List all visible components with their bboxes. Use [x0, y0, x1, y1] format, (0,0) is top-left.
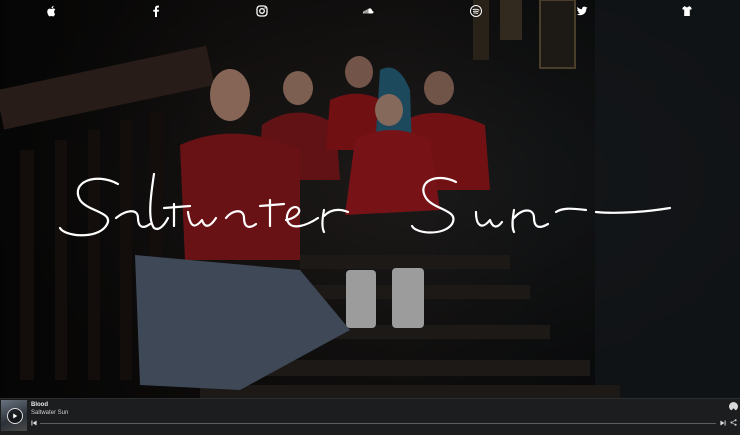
- share-icon[interactable]: [730, 419, 737, 426]
- logo-script: [58, 172, 672, 237]
- next-track-icon[interactable]: [720, 420, 726, 426]
- album-art: [1, 400, 27, 431]
- top-navigation: [0, 0, 740, 22]
- play-icon: [13, 413, 18, 419]
- player-brand-icon[interactable]: [729, 402, 738, 413]
- apple-music-icon[interactable]: [44, 3, 60, 19]
- merch-tshirt-icon[interactable]: [679, 3, 695, 19]
- track-title: Blood: [31, 402, 48, 408]
- progress-bar[interactable]: [40, 423, 716, 424]
- play-button[interactable]: [7, 408, 23, 424]
- twitter-icon[interactable]: [574, 3, 590, 19]
- band-logo: [56, 160, 676, 250]
- spotify-icon[interactable]: [468, 3, 484, 19]
- audio-player: Blood Saltwater Sun: [0, 398, 740, 435]
- facebook-icon[interactable]: [148, 3, 164, 19]
- soundcloud-icon[interactable]: [360, 3, 376, 19]
- instagram-icon[interactable]: [254, 3, 270, 19]
- hero-section: [0, 0, 740, 398]
- track-artist: Saltwater Sun: [31, 410, 69, 416]
- previous-track-icon[interactable]: [31, 420, 37, 426]
